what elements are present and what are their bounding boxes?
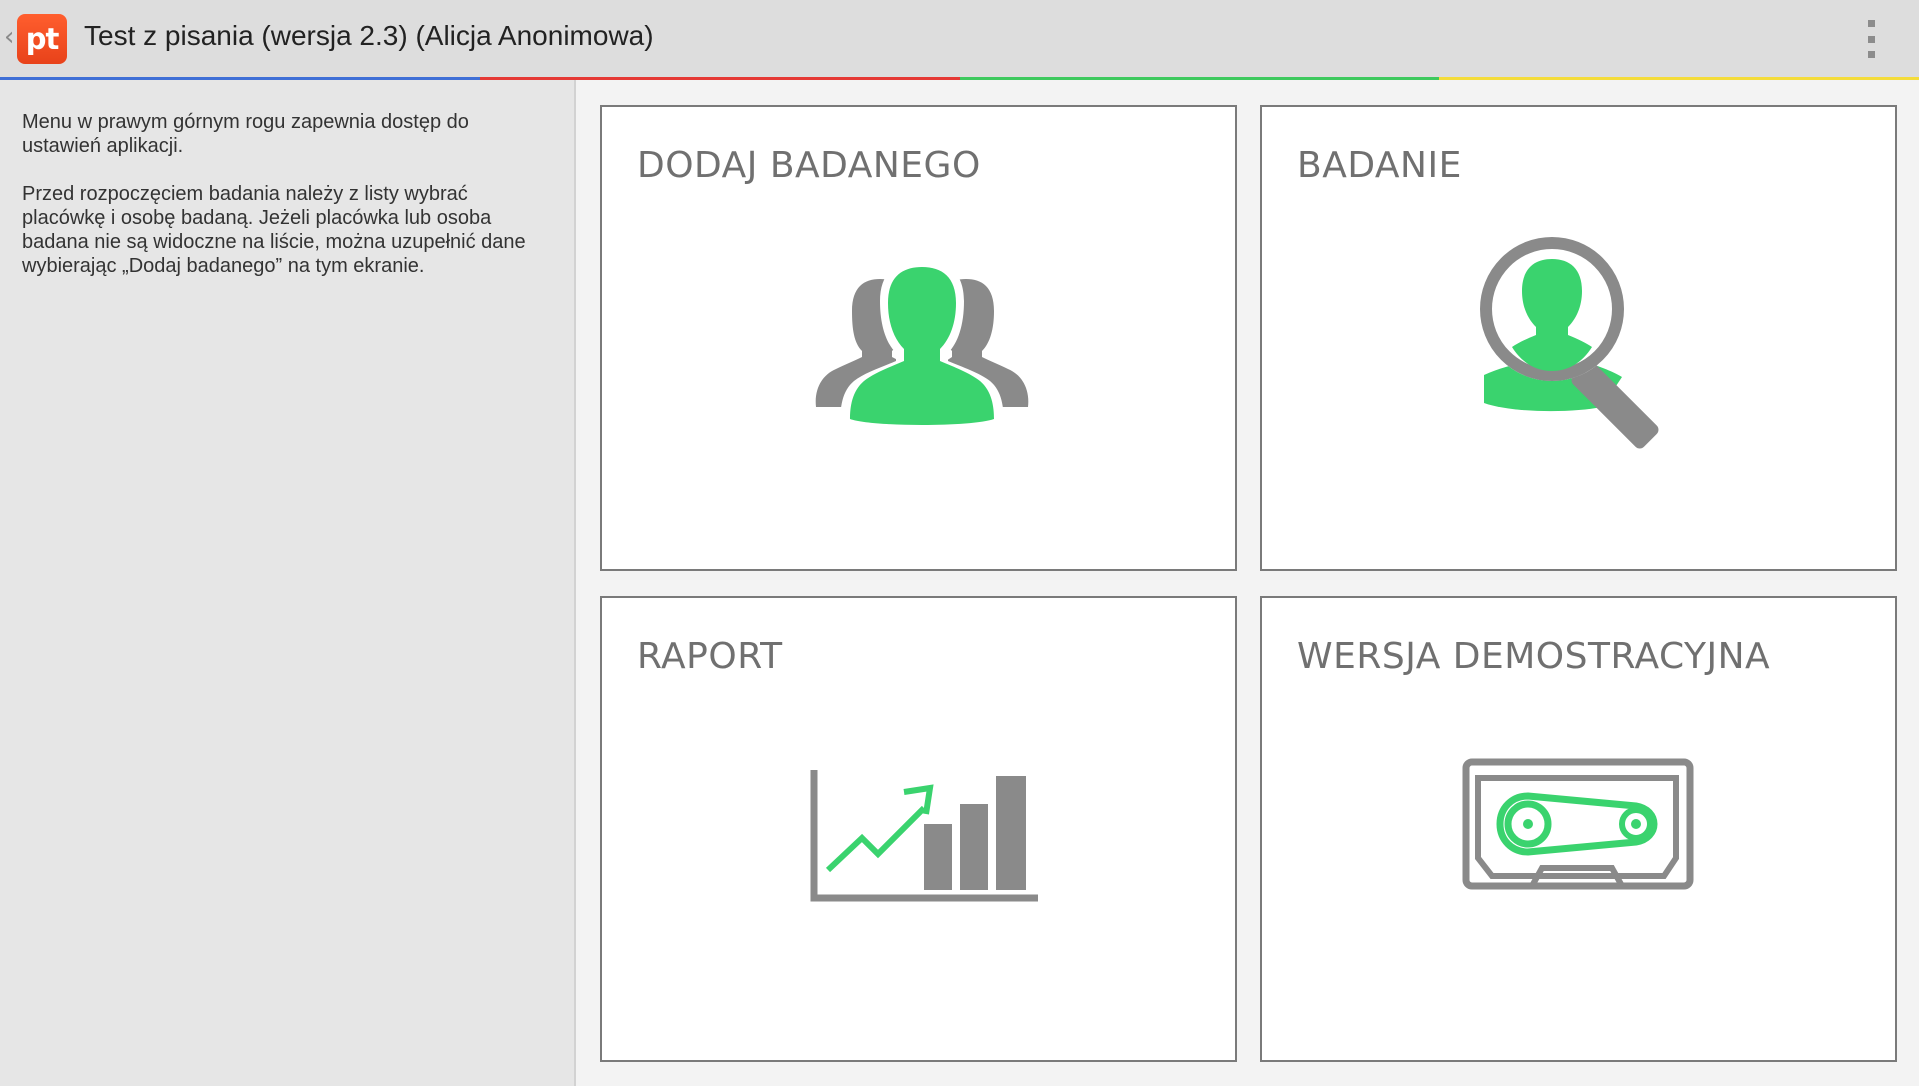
cassette-tape-icon [1462,758,1694,890]
tile-title: RAPORT [637,636,783,677]
info-panel: Menu w prawym górnym rogu zapewnia dostę… [0,80,576,1086]
app-logo[interactable]: pt [17,14,67,64]
person-search-icon [1480,237,1659,449]
tile-title: DODAJ BADANEGO [637,145,981,186]
info-text-settings: Menu w prawym górnym rogu zapewnia dostę… [22,111,469,157]
info-text-instructions: Przed rozpoczęciem badania należy z list… [22,183,526,277]
overflow-menu-icon[interactable] [1860,20,1882,58]
tile-add-subject[interactable]: DODAJ BADANEGO [600,105,1237,571]
back-arrow-icon[interactable]: ‹ [4,22,14,52]
app-title: Test z pisania (wersja 2.3) (Alicja Anon… [84,20,654,51]
chart-growth-icon [810,770,1038,902]
people-group-icon [815,259,1029,427]
tile-title: BADANIE [1297,145,1462,186]
main-grid: DODAJ BADANEGO BADANIE RAPORT WERSJA DEM… [576,80,1919,1086]
tile-report[interactable]: RAPORT [600,596,1237,1062]
tile-title: WERSJA DEMOSTRACYJNA [1297,636,1771,677]
tile-demo-version[interactable]: WERSJA DEMOSTRACYJNA [1260,596,1897,1062]
action-bar: ‹ pt Test z pisania (wersja 2.3) (Alicja… [0,0,1919,77]
tile-examination[interactable]: BADANIE [1260,105,1897,571]
